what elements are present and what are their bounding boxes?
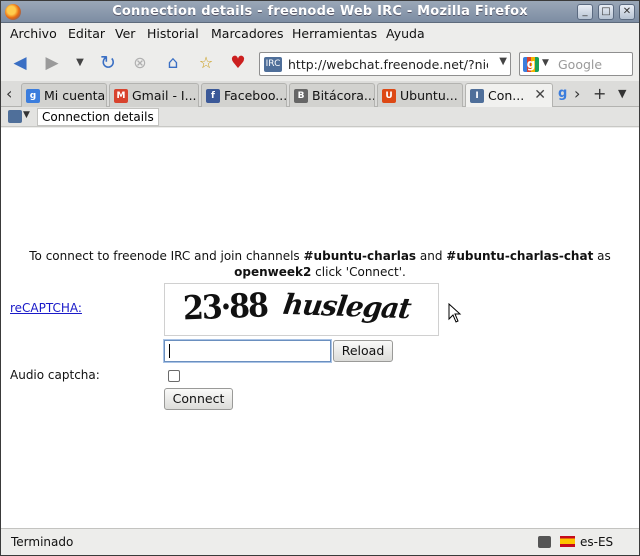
language-indicator[interactable]: es-ES (580, 535, 613, 549)
status-bar: Terminado es-ES (1, 528, 639, 555)
title-bar: Connection details - freenode Web IRC - … (1, 1, 639, 23)
tab-connection-details[interactable]: I Con... ✕ (465, 83, 553, 108)
new-tab-icon[interactable]: + (593, 84, 606, 103)
ubuntu-icon: U (382, 89, 396, 103)
connect-button[interactable]: Connect (164, 388, 233, 410)
tab-facebook[interactable]: f Faceboo... (201, 83, 287, 107)
text-caret (169, 344, 170, 358)
menu-bar: Archivo Editar Ver Historial Marcadores … (1, 23, 639, 45)
gmail-icon: M (114, 89, 128, 103)
search-bar[interactable]: g ▼ Google (519, 52, 633, 76)
navigation-toolbar: ◀ ▶ ▼ ↻ ⊗ ⌂ ☆ ♥ IRC http://webchat.freen… (1, 45, 639, 81)
menu-marcadores[interactable]: Marcadores (211, 26, 284, 41)
maximize-button[interactable]: □ (598, 4, 614, 20)
tab-scroll-right-icon[interactable]: › (574, 84, 580, 103)
audio-captcha-checkbox[interactable] (168, 370, 180, 382)
channel-name: #ubuntu-charlas (303, 249, 417, 263)
reload-captcha-button[interactable]: Reload (333, 340, 393, 362)
mouse-pointer-icon (448, 303, 462, 323)
channel-name: #ubuntu-charlas-chat (446, 249, 594, 263)
menu-ver[interactable]: Ver (115, 26, 135, 41)
all-tabs-dropdown-icon[interactable]: ▼ (618, 87, 626, 100)
captcha-input[interactable] (164, 340, 331, 362)
search-placeholder[interactable]: Google (558, 57, 602, 72)
home-icon[interactable]: ⌂ (162, 53, 184, 73)
google-tab-icon[interactable]: g (558, 86, 567, 101)
tab-ubuntu[interactable]: U Ubuntu... (377, 83, 463, 107)
webchat-icon: I (470, 89, 484, 103)
close-tab-icon[interactable]: ✕ (534, 87, 546, 103)
status-text: Terminado (11, 535, 74, 549)
history-dropdown-icon[interactable]: ▼ (69, 53, 91, 73)
page-content: To connect to freenode IRC and join chan… (1, 128, 639, 528)
strip-dropdown-icon[interactable]: ▼ (23, 110, 30, 120)
window-title: Connection details - freenode Web IRC - … (112, 4, 528, 19)
audio-captcha-label: Audio captcha: (10, 368, 100, 382)
url-text[interactable]: http://webchat.freenode.net/?nick= (288, 57, 488, 73)
connect-instructions: To connect to freenode IRC and join chan… (29, 249, 611, 279)
url-dropdown-icon[interactable]: ▼ (499, 56, 507, 67)
heart-icon[interactable]: ♥ (227, 53, 249, 73)
stop-icon[interactable]: ⊗ (129, 53, 151, 73)
captcha-word: 23·88 (182, 286, 268, 329)
back-arrow-icon[interactable]: ◀ (9, 53, 31, 73)
menu-herramientas[interactable]: Herramientas (292, 26, 377, 41)
captcha-image: 23·88 huslegat (164, 283, 439, 336)
webchat-toolbar: ▼ Connection details (1, 107, 639, 127)
close-window-button[interactable]: ✕ (619, 4, 635, 20)
google-icon: g (26, 89, 40, 103)
nickname: openweek2 (234, 265, 312, 279)
tab-scroll-left-icon[interactable]: ‹ (6, 84, 12, 103)
bookmark-star-icon[interactable]: ☆ (195, 53, 217, 73)
menu-ayuda[interactable]: Ayuda (386, 26, 425, 41)
tab-gmail[interactable]: M Gmail - I... (109, 83, 199, 107)
captcha-word: huslegat (280, 287, 413, 326)
webchat-strip-icon[interactable] (8, 110, 22, 123)
menu-archivo[interactable]: Archivo (10, 26, 57, 41)
site-identity-icon[interactable]: IRC (264, 57, 282, 72)
tab-bitacora[interactable]: B Bitácora... (289, 83, 375, 107)
tab-mi-cuenta[interactable]: g Mi cuenta (21, 83, 107, 107)
menu-historial[interactable]: Historial (147, 26, 199, 41)
google-search-engine-icon[interactable]: g (523, 57, 539, 72)
search-engine-dropdown-icon[interactable]: ▼ (542, 58, 549, 68)
reload-icon[interactable]: ↻ (97, 53, 119, 73)
spain-flag-icon[interactable] (560, 536, 575, 547)
firefox-window: Connection details - freenode Web IRC - … (0, 0, 640, 556)
recaptcha-link[interactable]: reCAPTCHA: (10, 301, 82, 315)
facebook-icon: f (206, 89, 220, 103)
tab-bar: ‹ g Mi cuenta M Gmail - I... f Faceboo..… (1, 81, 639, 108)
blog-icon: B (294, 89, 308, 103)
strip-tab-label[interactable]: Connection details (37, 108, 159, 126)
status-addon-icon[interactable] (538, 536, 551, 548)
minimize-button[interactable]: _ (577, 4, 593, 20)
url-bar[interactable]: IRC http://webchat.freenode.net/?nick= ▼ (259, 52, 511, 76)
menu-editar[interactable]: Editar (68, 26, 105, 41)
forward-arrow-icon[interactable]: ▶ (41, 53, 63, 73)
